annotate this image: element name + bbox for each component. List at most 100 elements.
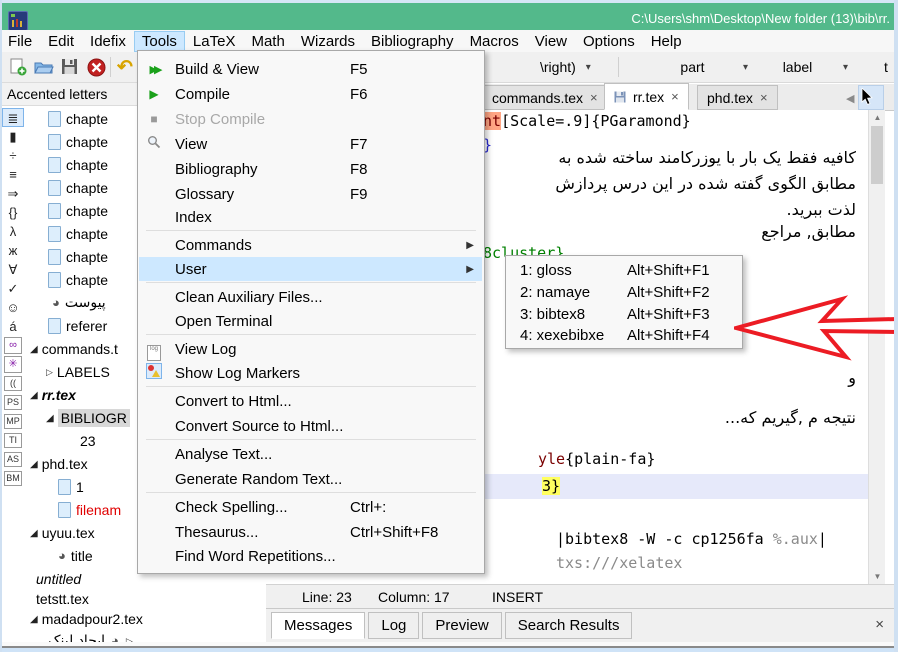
tree-item-labels[interactable]: ▷LABELS	[46, 361, 110, 383]
scroll-up-icon[interactable]: ▲	[869, 113, 886, 122]
smiley-icon[interactable]: ☺	[2, 298, 24, 317]
tree-item-1[interactable]: 1	[58, 476, 84, 498]
tree-item-madadpour2-tex[interactable]: ◢madadpour2.tex	[30, 608, 143, 630]
titlebar[interactable]: C:\Users\shm\Desktop\New folder (13)\bib…	[0, 3, 898, 30]
tab-log[interactable]: Log	[368, 612, 419, 639]
tab-close-icon[interactable]: ×	[590, 90, 598, 105]
menu-item-commands[interactable]: Commands ▶	[139, 233, 482, 257]
tab-close-icon[interactable]: ×	[671, 89, 679, 104]
tree-item-chapter[interactable]: chapte	[48, 131, 108, 153]
operators-icon[interactable]: ∀	[2, 260, 24, 279]
menu-item-bibliography[interactable]: Bibliography F8	[139, 157, 482, 181]
asterisk-icon[interactable]: ✳	[4, 356, 22, 373]
cyrillic-icon[interactable]: ж	[2, 241, 24, 260]
tab-search-results[interactable]: Search Results	[505, 612, 633, 639]
tree-item-chapter[interactable]: chapte	[48, 246, 108, 268]
menu-file[interactable]: File	[0, 31, 40, 52]
expand-marker[interactable]: ◢	[30, 344, 38, 355]
misc-symbols-icon[interactable]: ✓	[2, 279, 24, 298]
menu-macros[interactable]: Macros	[462, 31, 527, 52]
menu-bibliography[interactable]: Bibliography	[363, 31, 462, 52]
accents-icon[interactable]: á	[2, 317, 24, 336]
tree-item-title[interactable]: ◕title	[58, 545, 93, 567]
tab-scroll-left-icon[interactable]: ◀	[846, 92, 854, 105]
tab-rr-tex[interactable]: rr.tex ×	[604, 83, 689, 110]
sectioning-combo[interactable]: part ▾	[652, 56, 748, 78]
menu-wizards[interactable]: Wizards	[293, 31, 363, 52]
tab-close-icon[interactable]: ×	[760, 90, 768, 105]
math-symbols-icon[interactable]: ÷	[2, 146, 24, 165]
tree-item-untitled[interactable]: untitled	[36, 568, 81, 590]
save-button[interactable]	[58, 55, 82, 79]
expand-marker[interactable]: ◢	[30, 528, 38, 539]
tree-item-chapter[interactable]: chapte	[48, 200, 108, 222]
menu-options[interactable]: Options	[575, 31, 643, 52]
delimiters-icon[interactable]: {}	[2, 203, 24, 222]
right-delimiter-combo[interactable]: \right) ▾	[540, 56, 606, 78]
tab-messages[interactable]: Messages	[271, 612, 365, 639]
menu-item-index[interactable]: Index	[139, 205, 482, 229]
bookmark-panel-icon[interactable]: ▮	[2, 127, 24, 146]
structure-panel-icon[interactable]: ≣	[2, 108, 24, 127]
tree-item-chapter[interactable]: chapte	[48, 154, 108, 176]
arrows-icon[interactable]: ⇒	[2, 184, 24, 203]
close-file-button[interactable]	[84, 55, 108, 79]
menu-math[interactable]: Math	[243, 31, 292, 52]
tree-item-chapter[interactable]: chapte	[48, 223, 108, 245]
tab-preview[interactable]: Preview	[422, 612, 501, 639]
tree-item-chapter[interactable]: chapte	[48, 269, 108, 291]
menu-item-user[interactable]: User ▶	[139, 257, 482, 281]
menu-idefix[interactable]: Idefix	[82, 31, 134, 52]
tab-phd-tex[interactable]: phd.tex ×	[697, 85, 778, 110]
menu-item-convert-source-to-html[interactable]: Convert Source to Html...	[139, 414, 482, 438]
menu-item-clean-auxiliary-files[interactable]: Clean Auxiliary Files...	[139, 285, 482, 309]
tree-item-appendix[interactable]: ◕پیوست	[52, 292, 106, 314]
tree-item-23[interactable]: 23	[80, 430, 96, 452]
menu-item-thesaurus[interactable]: Thesaurus... Ctrl+Shift+F8	[139, 520, 482, 544]
menu-item-build-and-view[interactable]: ▶▶ Build & View F5	[139, 57, 482, 81]
pstricks-icon[interactable]: PS	[4, 395, 22, 410]
menu-tools[interactable]: Tools	[134, 31, 185, 52]
tree-item-commands-tex[interactable]: ◢commands.t	[30, 338, 118, 360]
menu-item-view[interactable]: View F7	[139, 132, 482, 156]
tree-item-phd-tex[interactable]: ◢phd.tex	[30, 453, 88, 475]
menu-edit[interactable]: Edit	[40, 31, 82, 52]
menu-item-view-log[interactable]: log View Log	[139, 337, 482, 361]
menu-item-glossary[interactable]: Glossary F9	[139, 182, 482, 206]
brackets-icon[interactable]: ((	[4, 376, 22, 391]
menu-item-compile[interactable]: ▶ Compile F6	[139, 82, 482, 106]
menu-view[interactable]: View	[527, 31, 575, 52]
tree-item-references[interactable]: referer	[48, 315, 107, 337]
menu-item-analyse-text[interactable]: Analyse Text...	[139, 442, 482, 466]
submenu-item-gloss[interactable]: 1: gloss Alt+Shift+F1	[507, 259, 740, 281]
tree-item-filename-missing[interactable]: filenam	[58, 499, 121, 521]
submenu-item-bibtex8[interactable]: 3: bibtex8 Alt+Shift+F3	[507, 303, 740, 325]
menu-item-generate-random-text[interactable]: Generate Random Text...	[139, 467, 482, 491]
tree-item-chapter[interactable]: chapte	[48, 108, 108, 130]
open-file-button[interactable]	[32, 55, 56, 79]
expand-marker[interactable]: ◢	[30, 459, 38, 470]
infinity-icon[interactable]: ∞	[4, 337, 22, 354]
new-file-button[interactable]	[6, 55, 30, 79]
expand-marker[interactable]: ◢	[30, 614, 38, 625]
menu-item-find-word-repetitions[interactable]: Find Word Repetitions...	[139, 544, 482, 568]
tree-item-bibliography[interactable]: ◢BIBLIOGR	[46, 407, 130, 429]
tree-item-rr-tex[interactable]: ◢rr.tex	[30, 384, 76, 406]
tab-commands-tex[interactable]: commands.tex ×	[482, 85, 608, 110]
label-combo[interactable]: label ▾	[762, 56, 848, 78]
tree-item-chapter[interactable]: chapte	[48, 177, 108, 199]
bottom-panel-close-icon[interactable]: ×	[875, 616, 884, 633]
collapse-marker[interactable]: ▷	[46, 367, 53, 378]
menu-latex[interactable]: LaTeX	[185, 31, 244, 52]
expand-marker[interactable]: ◢	[30, 390, 38, 401]
submenu-item-xexebibxe[interactable]: 4: xexebibxe Alt+Shift+F4	[507, 324, 740, 346]
tikz-icon[interactable]: TI	[4, 433, 22, 448]
menu-item-check-spelling[interactable]: Check Spelling... Ctrl+:	[139, 495, 482, 519]
beamer-icon[interactable]: BM	[4, 471, 22, 486]
relations-icon[interactable]: ≡	[2, 165, 24, 184]
expand-marker[interactable]: ◢	[46, 413, 54, 424]
undo-button[interactable]: ↶	[113, 55, 137, 79]
metapost-icon[interactable]: MP	[4, 414, 22, 429]
greek-icon[interactable]: λ	[2, 222, 24, 241]
menu-item-show-log-markers[interactable]: Show Log Markers	[139, 361, 482, 385]
